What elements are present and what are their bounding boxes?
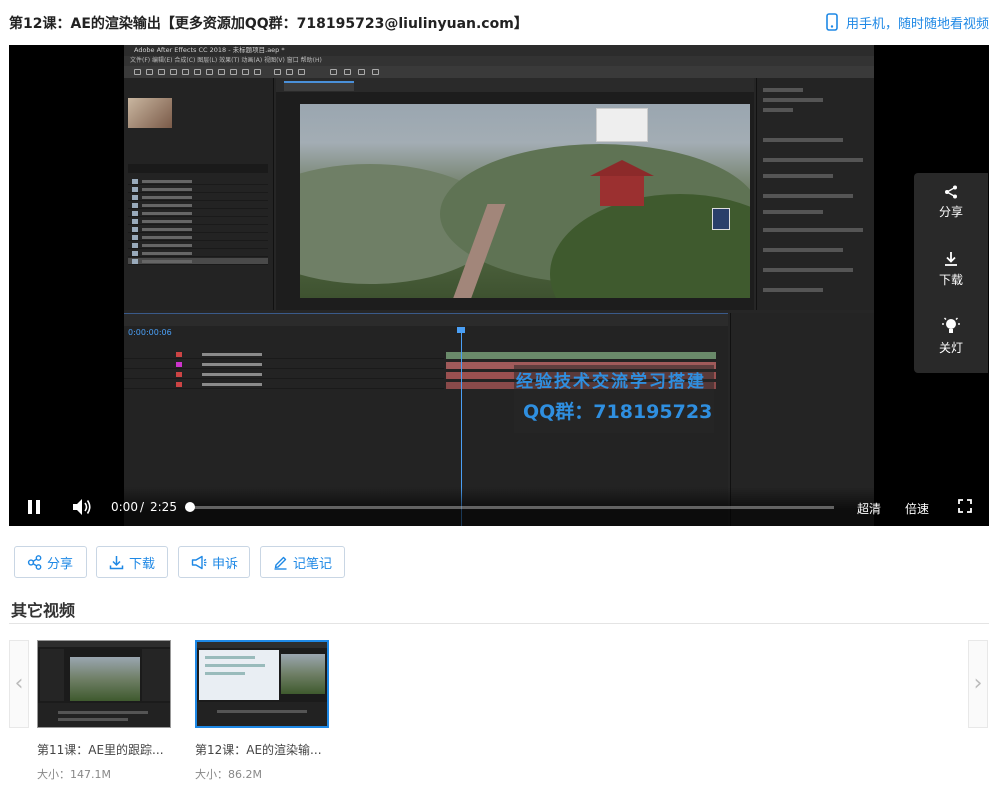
download-button[interactable]: 下载 [96, 546, 168, 578]
ae-project-panel [124, 78, 274, 310]
video-thumbnail[interactable] [37, 640, 171, 728]
page-title: 第12课：AE的渲染输出【更多资源加QQ群：718195723@liulinyu… [9, 16, 528, 32]
ae-project-thumbnail [128, 98, 172, 128]
ae-menu-bar: 文件(F) 编辑(E) 合成(C) 图层(L) 效果(T) 动画(A) 视图(V… [124, 56, 874, 66]
fullscreen-icon[interactable] [958, 499, 972, 513]
watermark-qq: QQ群：718195723 [523, 401, 713, 423]
share-icon [945, 185, 957, 199]
speed-selector[interactable]: 倍速 [905, 500, 929, 517]
side-download-label: 下载 [938, 273, 963, 287]
share-icon [27, 554, 42, 570]
progress-bar[interactable] [190, 506, 834, 509]
ae-toolbar [124, 66, 874, 78]
player-side-panel: 分享 下载 关灯 [914, 173, 988, 373]
total-time: 2:25 [150, 500, 177, 514]
watch-on-phone-link[interactable]: 用手机，随时随地看视频 [826, 12, 989, 32]
light-bulb-icon [942, 317, 960, 333]
current-time: 0:00 [111, 500, 138, 514]
side-download-button[interactable]: 下载 [914, 239, 988, 303]
phone-icon [826, 13, 838, 31]
video-size: 大小：147.1M [37, 768, 111, 781]
share-button-label: 分享 [47, 556, 74, 572]
download-icon [109, 555, 124, 569]
time-separator: / [140, 500, 145, 514]
video-player[interactable]: Adobe After Effects CC 2018 - 未标题项目.aep … [9, 45, 989, 526]
volume-icon[interactable] [72, 498, 92, 516]
ae-window-title: Adobe After Effects CC 2018 - 未标题项目.aep … [124, 45, 874, 56]
notes-button[interactable]: 记笔记 [260, 546, 345, 578]
chevron-right-icon: › [973, 671, 983, 696]
chevron-left-icon: ‹ [14, 671, 24, 696]
video-frame: Adobe After Effects CC 2018 - 未标题项目.aep … [124, 45, 874, 526]
video-title[interactable]: 第12课：AE的渲染输... [195, 741, 345, 758]
report-button-label: 申诉 [212, 556, 239, 572]
ae-info-panel [756, 78, 874, 310]
composition-preview-image [300, 104, 750, 298]
other-videos-title: 其它视频 [11, 601, 76, 620]
notes-button-label: 记笔记 [293, 556, 333, 572]
side-lights-off-button[interactable]: 关灯 [914, 305, 988, 369]
quality-selector[interactable]: 超清 [857, 500, 881, 517]
carousel-prev-button[interactable]: ‹ [9, 640, 29, 728]
side-share-label: 分享 [938, 205, 963, 219]
pause-icon[interactable] [27, 499, 41, 515]
share-button[interactable]: 分享 [14, 546, 87, 578]
video-title[interactable]: 第11课：AE里的跟踪... [37, 741, 187, 758]
player-controls: 0:00 / 2:25 超清 倍速 [9, 487, 989, 526]
ae-timecode: 0:00:00:06 [128, 328, 172, 337]
section-divider [9, 623, 989, 624]
side-lights-off-label: 关灯 [938, 341, 963, 355]
ae-composition-panel [276, 78, 754, 310]
progress-handle[interactable] [185, 502, 195, 512]
video-size: 大小：86.2M [195, 768, 262, 781]
watermark-text: 经验技术交流学习搭建 [516, 372, 706, 392]
page-header: 第12课：AE的渲染输出【更多资源加QQ群：718195723@liulinyu… [0, 0, 998, 44]
download-button-label: 下载 [129, 556, 156, 572]
watch-on-phone-label: 用手机，随时随地看视频 [845, 16, 989, 32]
side-share-button[interactable]: 分享 [914, 173, 988, 237]
pencil-icon [274, 556, 287, 570]
download-icon [945, 252, 957, 266]
megaphone-icon [191, 555, 207, 569]
video-thumbnail[interactable] [195, 640, 329, 728]
report-button[interactable]: 申诉 [178, 546, 250, 578]
carousel-next-button[interactable]: › [968, 640, 988, 728]
